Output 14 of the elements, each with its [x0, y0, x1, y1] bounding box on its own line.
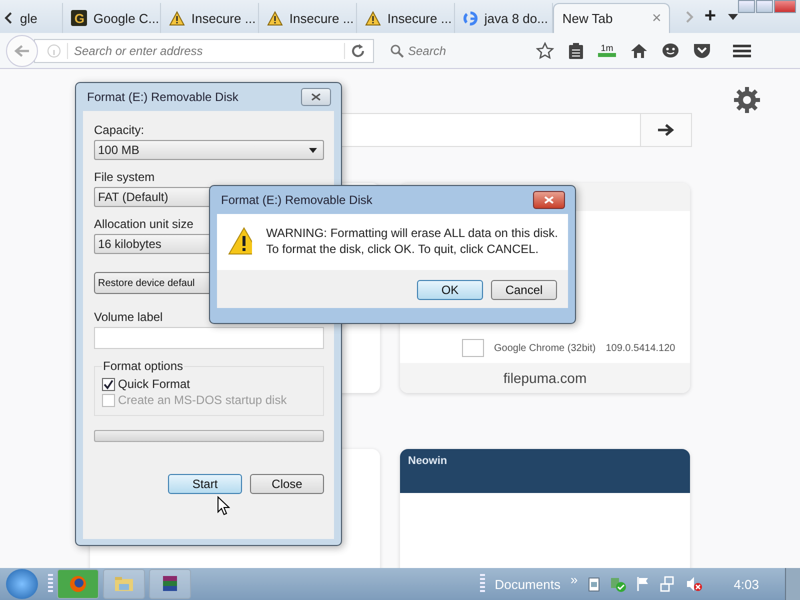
checkbox-label: Quick Format: [118, 377, 190, 391]
field-label: Volume label: [94, 310, 164, 324]
field-label: Allocation unit size: [94, 217, 194, 231]
version-text: 109.0.5414.120: [606, 342, 676, 354]
tile-caption: filepuma.com: [400, 363, 690, 393]
checkbox-label: Create an MS-DOS startup disk: [118, 393, 287, 407]
field-label: File system: [94, 170, 156, 184]
window-title: Format (E:) Removable Disk: [87, 90, 238, 104]
field-label: Capacity:: [94, 123, 146, 137]
window-title: Format (E:) Removable Disk: [221, 193, 372, 207]
group-title: Format options: [102, 359, 184, 373]
download-name: Google Chrome (32bit): [494, 342, 596, 354]
site-logo: Neowin: [408, 455, 448, 467]
site-logo: G: [71, 10, 88, 26]
